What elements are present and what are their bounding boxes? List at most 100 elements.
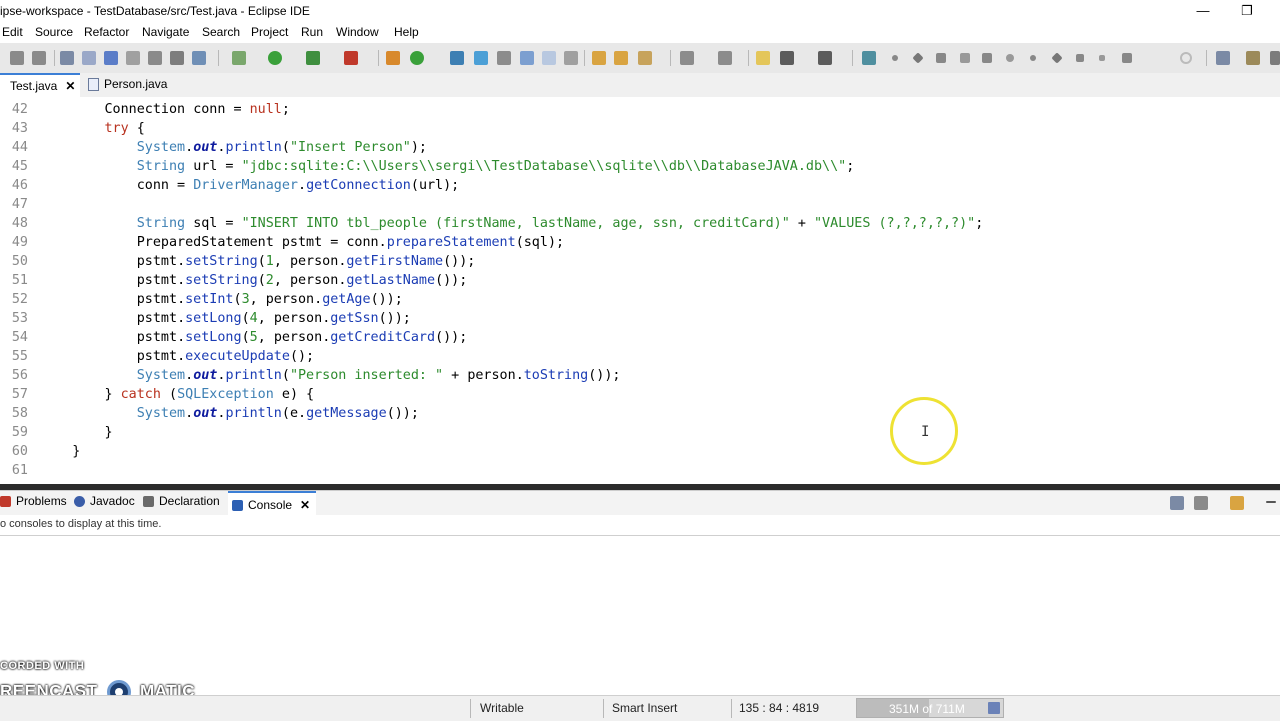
tab-test-java[interactable]: Test.java ✕ (0, 73, 80, 97)
menu-run[interactable]: Run (301, 25, 323, 39)
menu-refactor[interactable]: Refactor (84, 25, 129, 39)
tab-declaration[interactable]: Declaration (143, 494, 220, 508)
tab-console[interactable]: Console ✕ (228, 491, 317, 515)
search-icon[interactable] (1180, 52, 1192, 64)
menu-source[interactable]: Source (35, 25, 73, 39)
code-text: pstmt.setString(2, person.getLastName())… (136, 273, 468, 288)
pin-console-icon[interactable] (1194, 496, 1208, 510)
java-perspective-icon[interactable] (1246, 51, 1260, 65)
task-icon[interactable] (82, 51, 96, 65)
menu-project[interactable]: Project (251, 25, 288, 39)
minimize-panel-icon[interactable] (1266, 501, 1276, 503)
square-icon[interactable] (960, 53, 970, 63)
code-text: pstmt.setInt(3, person.getAge()); (136, 292, 403, 307)
external-tools-icon[interactable] (344, 51, 358, 65)
line-number: 54 (11, 330, 28, 345)
open-perspective-icon[interactable] (1216, 51, 1230, 65)
folder-icon[interactable] (614, 51, 628, 65)
display-console-icon[interactable] (1170, 496, 1184, 510)
tab-javadoc[interactable]: Javadoc (74, 494, 135, 508)
javadoc-icon (74, 496, 85, 508)
code-line: 54 pstmt.setLong(5, person.getCreditCard… (0, 328, 1280, 347)
close-icon[interactable]: ✕ (65, 75, 75, 97)
terminal-icon[interactable] (148, 51, 162, 65)
code-line: 49 PreparedStatement pstmt = conn.prepar… (0, 233, 1280, 252)
last-edit-icon[interactable] (756, 51, 770, 65)
menu-navigate[interactable]: Navigate (142, 25, 189, 39)
code-text: pstmt.setLong(5, person.getCreditCard())… (136, 330, 468, 345)
triangle-icon[interactable] (936, 53, 946, 63)
back-icon[interactable] (780, 51, 794, 65)
code-line: 57 } catch (SQLException e) { (0, 385, 1280, 404)
editor-tab-bar: Test.java ✕ Person.java (0, 73, 1280, 98)
annotation-icon[interactable] (680, 51, 694, 65)
save-icon[interactable] (32, 51, 46, 65)
diamond-icon[interactable] (912, 52, 924, 64)
forward-icon[interactable] (818, 51, 832, 65)
status-writable: Writable (480, 701, 524, 715)
tab-person-java[interactable]: Person.java (86, 73, 188, 97)
up-icon[interactable] (1076, 54, 1084, 62)
heap-status[interactable]: 351M of 711M (856, 698, 1004, 718)
console-view[interactable]: o consoles to display at this time. (0, 515, 1280, 695)
toggle-icon[interactable] (542, 51, 556, 65)
code-text: pstmt.setString(1, person.getFirstName()… (136, 254, 476, 269)
open-task-icon[interactable] (520, 51, 534, 65)
pen-icon[interactable] (474, 51, 488, 65)
tab-problems[interactable]: Problems (0, 494, 67, 508)
code-text: try { (104, 121, 145, 136)
menu-window[interactable]: Window (336, 25, 379, 39)
link-icon[interactable] (192, 51, 206, 65)
menu-search[interactable]: Search (202, 25, 240, 39)
garbage-collect-icon[interactable] (988, 702, 1000, 714)
minimize-button[interactable]: — (1180, 0, 1226, 23)
line-number: 50 (11, 254, 28, 269)
line-number: 48 (11, 216, 28, 231)
tab-label: Console (248, 498, 293, 512)
line-number: 52 (11, 292, 28, 307)
code-line: 44 System.out.println("Insert Person"); (0, 138, 1280, 157)
open-console-icon[interactable] (1230, 496, 1244, 510)
close-icon[interactable]: ✕ (300, 498, 310, 512)
coverage-icon[interactable] (306, 51, 320, 65)
copy-icon[interactable] (126, 51, 140, 65)
tiny-square-icon[interactable] (1099, 55, 1105, 61)
tools-icon[interactable] (170, 51, 184, 65)
restore-button[interactable]: ❐ (1224, 0, 1270, 23)
new-icon[interactable] (10, 51, 24, 65)
debug-perspective-icon[interactable] (1270, 51, 1280, 65)
small-diamond-icon[interactable] (1051, 52, 1063, 64)
debug-icon[interactable] (232, 51, 246, 65)
open-folder-icon[interactable] (592, 51, 606, 65)
status-separator (470, 699, 471, 718)
small-dot-icon[interactable] (1030, 55, 1036, 61)
print-icon[interactable] (60, 51, 74, 65)
status-cursor-position: 135 : 84 : 4819 (739, 701, 820, 715)
line-number: 53 (11, 311, 28, 326)
search-tool-icon[interactable] (497, 51, 511, 65)
status-insert-mode[interactable]: Smart Insert (612, 701, 677, 715)
toolbar-separator (378, 50, 379, 66)
run-icon[interactable] (268, 51, 282, 65)
perspective-icon[interactable] (862, 51, 876, 65)
menu-edit[interactable]: Edit (2, 25, 23, 39)
refresh-icon[interactable] (410, 51, 424, 65)
circle-icon[interactable] (1006, 54, 1014, 62)
paragraph-icon[interactable] (564, 51, 578, 65)
java-file-icon (88, 78, 99, 92)
menu-help[interactable]: Help (394, 25, 419, 39)
dot-icon[interactable] (892, 55, 898, 61)
main-toolbar (0, 43, 1280, 74)
new-java-project-icon[interactable] (386, 51, 400, 65)
shape-icon[interactable] (982, 53, 992, 63)
pin-icon[interactable] (1122, 53, 1132, 63)
next-annotation-icon[interactable] (718, 51, 732, 65)
code-line: 60 } (0, 442, 1280, 461)
brush-icon[interactable] (638, 51, 652, 65)
open-type-icon[interactable] (450, 51, 464, 65)
code-editor[interactable]: 42 Connection conn = null; 43 try { 44 S… (0, 97, 1280, 484)
database-icon[interactable] (104, 51, 118, 65)
code-line: 53 pstmt.setLong(4, person.getSsn()); (0, 309, 1280, 328)
tab-label: Declaration (159, 494, 220, 508)
code-line: 51 pstmt.setString(2, person.getLastName… (0, 271, 1280, 290)
